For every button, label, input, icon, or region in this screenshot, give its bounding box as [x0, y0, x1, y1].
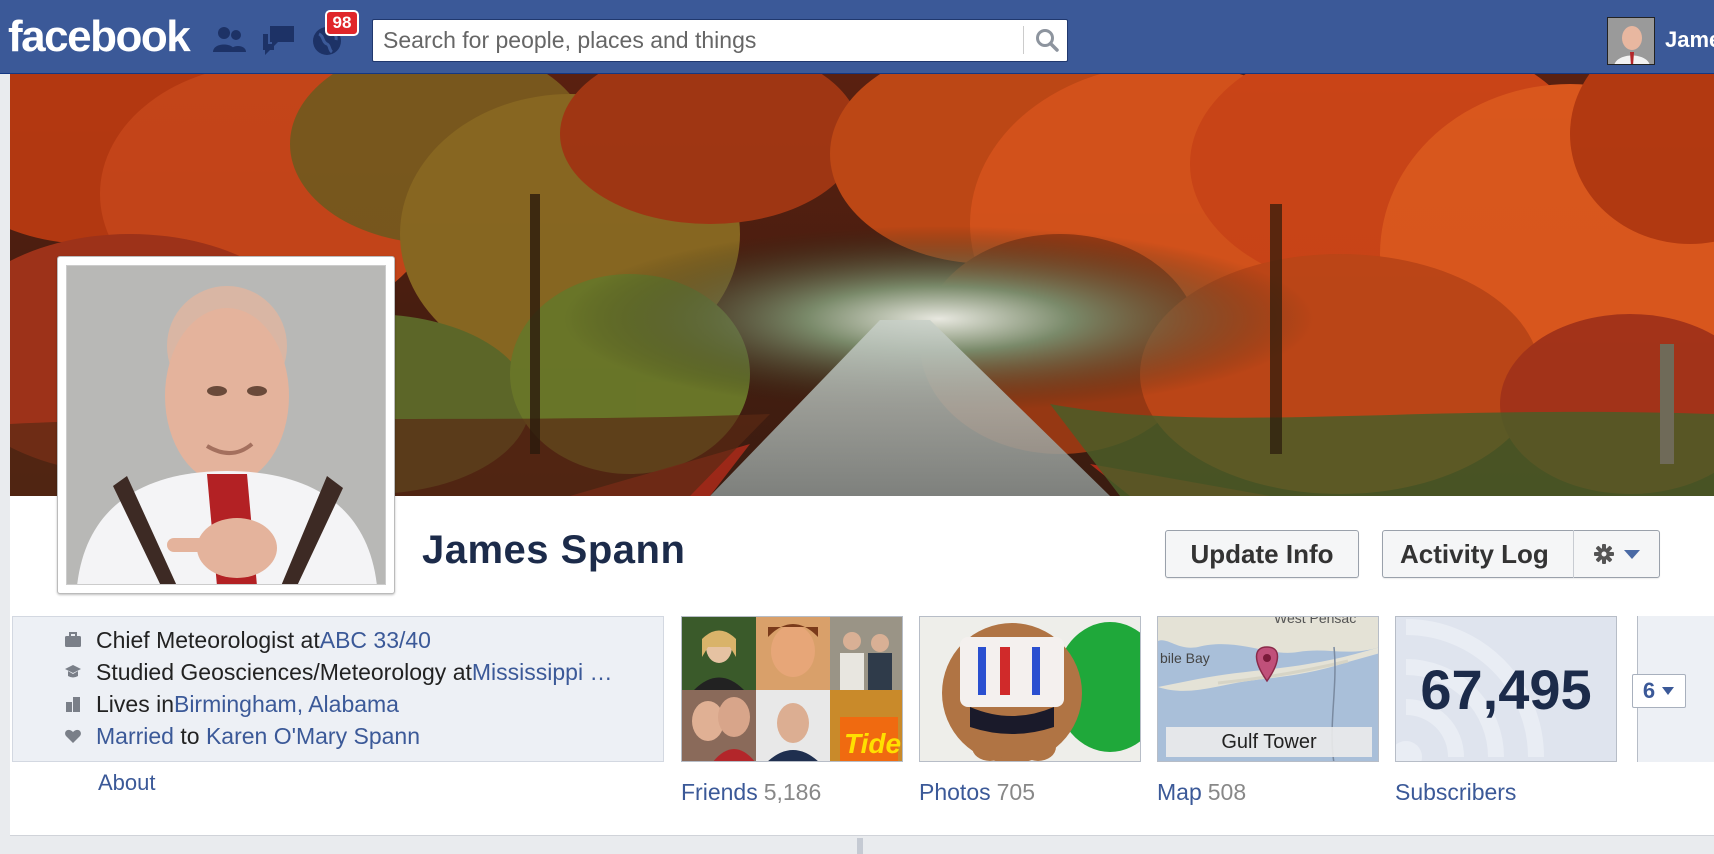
relationship-partner-link[interactable]: Karen O'Mary Spann: [206, 723, 420, 750]
photos-tile-label[interactable]: Photos 705: [919, 779, 1035, 806]
facebook-logo[interactable]: facebook: [8, 12, 191, 62]
intro-work: Chief Meteorologist at ABC 33/40: [96, 625, 676, 655]
education-prefix: Studied Geosciences/Meteorology at: [96, 658, 472, 685]
photos-count: 705: [996, 779, 1035, 805]
about-link[interactable]: About: [98, 770, 156, 796]
gear-icon: [1593, 544, 1614, 564]
profile-photo-image: [66, 265, 386, 585]
briefcase-icon: [65, 632, 81, 647]
work-prefix: Chief Meteorologist at: [96, 626, 320, 653]
settings-dropdown-button[interactable]: [1573, 530, 1659, 578]
intro-relationship: Married to Karen O'Mary Spann: [96, 721, 676, 751]
more-apps-button[interactable]: 6: [1632, 674, 1686, 708]
lives-link[interactable]: Birmingham, Alabama: [174, 691, 399, 718]
profile-name[interactable]: James Spann: [422, 528, 685, 573]
photos-tile[interactable]: [919, 616, 1141, 762]
map-place-label: Gulf Tower: [1166, 727, 1372, 757]
work-link[interactable]: ABC 33/40: [320, 627, 431, 654]
graduation-cap-icon: [65, 665, 81, 678]
search-button[interactable]: [1028, 22, 1066, 58]
user-avatar[interactable]: [1607, 17, 1655, 65]
top-navigation-bar: facebook 98 Search for people, places an…: [0, 0, 1714, 74]
lives-prefix: Lives in: [96, 690, 174, 717]
friends-tile-label[interactable]: Friends 5,186: [681, 779, 821, 806]
search-box: [372, 19, 1068, 62]
subscribers-label[interactable]: Subscribers: [1395, 779, 1516, 806]
friends-count: 5,186: [763, 779, 822, 805]
search-divider: [1023, 26, 1024, 54]
map-tile-label[interactable]: Map 508: [1157, 779, 1246, 806]
search-input[interactable]: [383, 20, 1023, 61]
timeline-spine: [857, 838, 863, 854]
map-tile[interactable]: West Pensac bile Bay Gulf Tower: [1157, 616, 1379, 762]
map-bay-text: bile Bay: [1160, 650, 1210, 666]
facebook-profile-page: facebook 98 Search for people, places an…: [0, 0, 1714, 854]
user-name-link[interactable]: James: [1665, 27, 1714, 53]
search-icon: [1036, 29, 1059, 52]
intro-education: Studied Geosciences/Meteorology at Missi…: [96, 657, 676, 687]
heart-icon: [65, 729, 81, 743]
subscribers-tile[interactable]: 67,495: [1395, 616, 1617, 762]
friends-tile[interactable]: Tide: [681, 616, 903, 762]
map-label: Map: [1157, 779, 1202, 805]
svg-text:Tide: Tide: [844, 728, 901, 759]
update-info-button[interactable]: Update Info: [1165, 530, 1359, 578]
intro-lives-in: Lives in Birmingham, Alabama: [96, 689, 676, 719]
map-count: 508: [1207, 779, 1247, 805]
education-link[interactable]: Mississippi …: [472, 659, 613, 686]
activity-log-label: Activity Log: [1400, 538, 1549, 569]
subscribers-count: 67,495: [1420, 658, 1592, 721]
map-city-text: West Pensac: [1274, 617, 1356, 626]
chevron-down-icon: [1623, 550, 1640, 559]
photos-label: Photos: [919, 779, 991, 805]
friends-label: Friends: [681, 779, 758, 805]
friend-requests-icon[interactable]: [210, 22, 248, 58]
relationship-mid: to: [173, 722, 206, 749]
messages-icon[interactable]: [260, 22, 298, 58]
update-info-label: Update Info: [1190, 538, 1334, 569]
profile-picture[interactable]: [57, 256, 395, 594]
city-buildings-icon: [66, 697, 80, 712]
more-apps-count: 6: [1642, 678, 1656, 703]
chevron-down-icon: [1662, 687, 1675, 695]
relationship-link[interactable]: Married: [96, 723, 174, 750]
notification-count-badge[interactable]: 98: [325, 10, 359, 36]
